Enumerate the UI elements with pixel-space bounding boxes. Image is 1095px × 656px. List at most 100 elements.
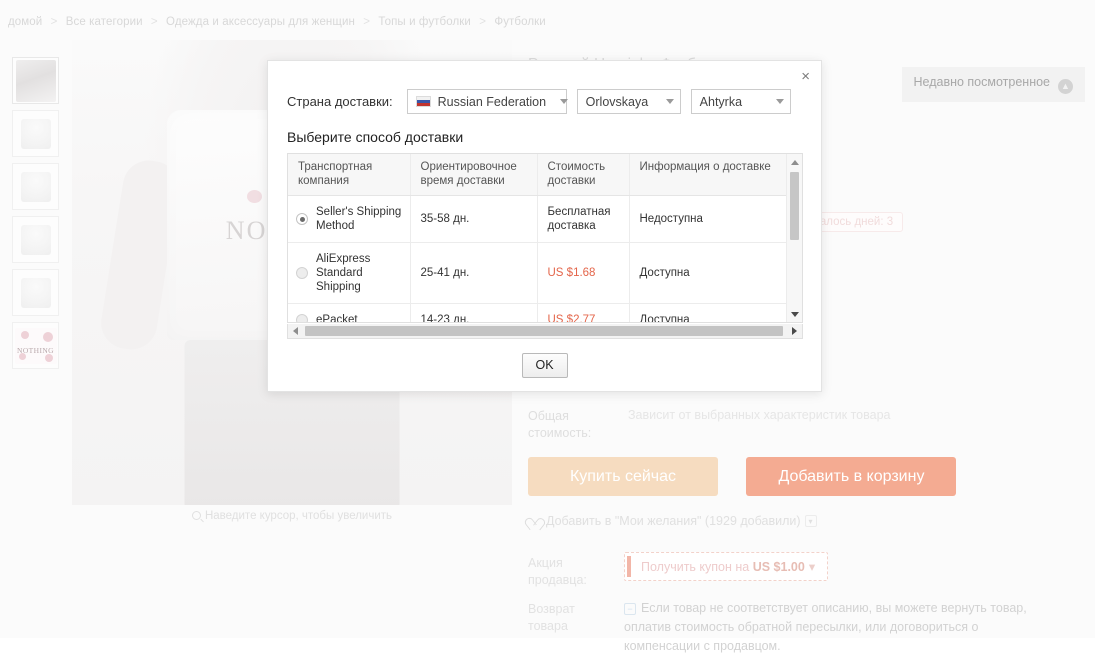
total-cost-row: Общая стоимость: Зависит от выбранных ха… <box>528 408 1085 440</box>
coupon-prefix: Получить купон на <box>641 560 750 574</box>
breadcrumb-item-home[interactable]: домой <box>8 16 42 28</box>
russia-flag-icon <box>415 96 431 107</box>
rose-decoration <box>247 190 262 203</box>
table-row[interactable]: ePacket 14-23 дн. US $2.77 Доступна <box>288 303 787 323</box>
region-value: Orlovskaya <box>585 94 649 109</box>
country-selector-row: Страна доставки: Russian Federation Orlo… <box>287 89 801 114</box>
breadcrumb-separator: > <box>363 16 371 28</box>
breadcrumb: домой > Все категории > Одежда и аксессу… <box>8 16 546 28</box>
shipping-company-label: ePacket <box>316 314 358 323</box>
table-row[interactable]: Seller's Shipping Method 35-58 дн. Беспл… <box>288 195 787 243</box>
thumbnail-image <box>15 60 56 103</box>
total-cost-value: Зависит от выбранных характеристик товар… <box>628 408 891 422</box>
ok-button[interactable]: OK <box>521 353 568 378</box>
scroll-left-arrow[interactable] <box>288 324 303 338</box>
city-value: Ahtyrka <box>699 94 743 109</box>
zoom-hint-label: Наведите курсор, чтобы увеличить <box>204 510 393 522</box>
shipping-company-label: AliExpress Standard Shipping <box>316 253 371 293</box>
column-header-cost: Стоимость доставки <box>537 154 630 196</box>
city-dropdown[interactable]: Ahtyrka <box>690 89 791 114</box>
chevron-down-icon[interactable]: ▾ <box>804 515 817 527</box>
rose-decoration <box>43 332 53 342</box>
column-header-time: Ориентировочное время доставки <box>410 154 538 196</box>
scroll-down-arrow[interactable] <box>787 306 802 322</box>
thumbnail-2[interactable] <box>12 110 59 157</box>
total-cost-label: Общая стоимость: <box>528 409 592 440</box>
country-value: Russian Federation <box>437 94 547 109</box>
scroll-right-arrow[interactable] <box>787 324 802 338</box>
region-dropdown[interactable]: Orlovskaya <box>576 89 681 114</box>
tracking-info-cell: Недоступна <box>629 195 787 243</box>
thumbnail-list: NOTHING <box>12 57 60 375</box>
breadcrumb-separator: > <box>150 16 158 28</box>
heart-icon <box>528 514 541 526</box>
wishlist-label: Добавить в "Мои желания" (1929 добавили) <box>546 514 801 528</box>
return-policy-body: Если товар не соответствует описанию, вы… <box>624 601 1027 653</box>
vertical-scrollbar-thumb[interactable] <box>790 172 799 240</box>
chevron-down-icon <box>775 99 784 104</box>
tracking-info-cell: Доступна <box>629 303 787 322</box>
shipping-cost-cell: Бесплатная доставка <box>537 195 630 243</box>
recently-viewed-label: Недавно посмотренное <box>913 75 1051 89</box>
shipping-methods-table: Транспортная компания Ориентировочное вр… <box>288 154 787 323</box>
chevron-down-icon <box>665 99 674 104</box>
shipping-cost-value: US $1.68 <box>547 267 596 279</box>
breadcrumb-item-womens-clothing[interactable]: Одежда и аксессуары для женщин <box>166 16 355 28</box>
country-dropdown[interactable]: Russian Federation <box>406 89 569 114</box>
action-buttons: Купить сейчас Добавить в корзину <box>528 457 980 496</box>
coupon-button[interactable]: Получить купон на US $1.00 ▾ <box>624 552 829 581</box>
shipping-cost-cell: US $2.77 <box>537 303 630 322</box>
tracking-info-cell: Доступна <box>629 242 787 304</box>
return-policy-text: − Если товар не соответствует описанию, в… <box>624 599 1054 656</box>
breadcrumb-item-tshirts[interactable]: Футболки <box>494 16 545 28</box>
thumbnail-image <box>20 119 51 150</box>
thumbnail-3[interactable] <box>12 163 59 210</box>
breadcrumb-item-all-categories[interactable]: Все категории <box>66 16 143 28</box>
delivery-time-cell: 25-41 дн. <box>410 242 538 304</box>
zoom-hint: Наведите курсор, чтобы увеличить <box>72 510 512 522</box>
thumbnail-4[interactable] <box>12 216 59 263</box>
shipping-methods-table-wrapper: Транспортная компания Ориентировочное вр… <box>287 153 803 323</box>
thumbnail-5[interactable] <box>12 269 59 316</box>
shipping-company-label: Seller's Shipping Method <box>316 206 402 232</box>
scroll-up-arrow[interactable] <box>787 154 802 170</box>
buy-now-button[interactable]: Купить сейчас <box>528 457 718 496</box>
seller-promo-label: Акция продавца: <box>528 556 587 587</box>
radio-button[interactable] <box>296 267 308 279</box>
country-label: Страна доставки: <box>287 94 393 109</box>
magnifier-icon <box>191 511 201 520</box>
breadcrumb-separator: > <box>50 16 58 28</box>
shipping-company-cell[interactable]: Seller's Shipping Method <box>288 195 411 243</box>
horizontal-scrollbar-thumb[interactable] <box>305 326 783 336</box>
shipping-company-cell[interactable]: ePacket <box>288 303 411 323</box>
horizontal-scrollbar[interactable] <box>287 324 803 339</box>
shipping-cost-cell: US $1.68 <box>537 242 630 304</box>
breadcrumb-separator: > <box>479 16 487 28</box>
table-row[interactable]: AliExpress Standard Shipping 25-41 дн. U… <box>288 242 787 304</box>
shipping-company-cell[interactable]: AliExpress Standard Shipping <box>288 242 411 304</box>
chevron-down-icon[interactable]: ▾ <box>809 560 815 574</box>
column-header-company: Транспортная компания <box>288 154 411 196</box>
breadcrumb-item-tops-tees[interactable]: Топы и футболки <box>378 16 471 28</box>
return-policy-label: Возврат товара <box>528 602 575 633</box>
minus-box-icon[interactable]: − <box>624 603 636 615</box>
delivery-time-cell: 35-58 дн. <box>410 195 538 243</box>
thumbnail-image <box>20 225 51 256</box>
coupon-accent-bar <box>627 556 631 577</box>
shipping-dialog: × Страна доставки: Russian Federation Or… <box>267 60 822 392</box>
close-icon[interactable]: × <box>801 69 810 84</box>
chevron-up-circle-icon[interactable]: ▲ <box>1058 79 1073 94</box>
thumbnail-image <box>20 278 51 309</box>
thumbnail-1[interactable] <box>12 57 59 104</box>
section-title: Выберите способ доставки <box>287 129 464 145</box>
thumbnail-6[interactable]: NOTHING <box>12 322 59 369</box>
thumbnail-caption: NOTHING <box>17 346 54 356</box>
thumbnail-image <box>20 172 51 203</box>
vertical-scrollbar[interactable] <box>786 154 802 322</box>
add-to-cart-button[interactable]: Добавить в корзину <box>746 457 957 496</box>
radio-button[interactable] <box>296 314 308 322</box>
radio-button-selected[interactable] <box>296 213 308 225</box>
table-header-row: Транспортная компания Ориентировочное вр… <box>288 154 787 196</box>
recently-viewed-widget[interactable]: Недавно посмотренное ▲ <box>901 67 1085 102</box>
add-to-wishlist[interactable]: Добавить в "Мои желания" (1929 добавили)… <box>528 514 817 528</box>
